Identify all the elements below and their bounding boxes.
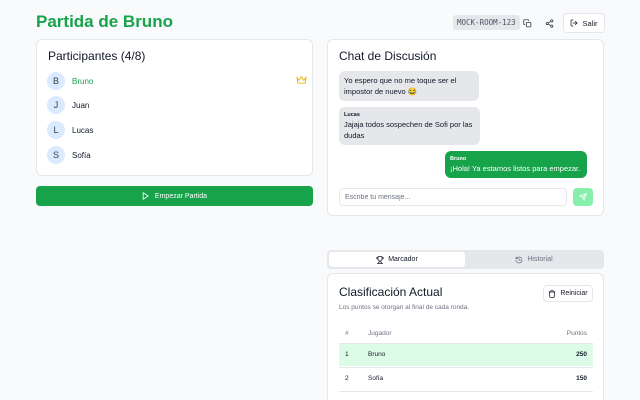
avatar: B [47, 72, 65, 90]
tab-scoreboard-label: Marcador [388, 256, 418, 263]
reset-scores-label: Reiniciar [560, 290, 588, 297]
exit-label: Salir [582, 18, 598, 28]
participant-name: Lucas [72, 125, 94, 135]
log-out-icon [571, 19, 578, 27]
avatar: L [47, 121, 65, 139]
table-row: 1 Bruno 250 [339, 343, 593, 366]
chat-message: Yo espero que no me toque ser el imposto… [339, 71, 479, 101]
room-code-badge: MOCK-ROOM-123 [453, 15, 520, 30]
participant-row: B Bruno [47, 71, 307, 91]
participant-name: Bruno [72, 76, 94, 86]
avatar: S [47, 146, 65, 164]
crown-icon [296, 75, 307, 84]
scoreboard-subtitle: Los puntos se otorgan al final de cada r… [339, 304, 470, 311]
trash-icon [549, 289, 556, 298]
start-game-button[interactable]: Empezar Partida [36, 186, 313, 206]
tab-scoreboard[interactable]: Marcador [329, 252, 465, 267]
table-header: # Jugador Puntos [339, 326, 593, 342]
table-row [339, 391, 593, 400]
start-game-label: Empezar Partida [154, 192, 208, 200]
chat-message: Lucas Jajaja todos sospechen de Sofi por… [339, 107, 480, 145]
tab-history-label: Historial [527, 256, 553, 263]
share-icon [545, 18, 553, 28]
message-author: Bruno [450, 156, 467, 162]
row-rank: 1 [345, 351, 349, 358]
participant-name: Juan [72, 100, 90, 110]
copy-room-button[interactable] [518, 14, 536, 32]
trophy-icon [376, 255, 384, 264]
column-rank: # [345, 330, 349, 337]
message-author: Lucas [344, 112, 360, 118]
scoreboard-title: Clasificación Actual [339, 285, 443, 299]
history-icon [515, 256, 523, 263]
chat-title: Chat de Discusión [339, 49, 437, 63]
page-title: Partida de Bruno [36, 12, 173, 31]
avatar: J [47, 96, 65, 114]
row-rank: 2 [345, 375, 349, 382]
column-points: Puntos [566, 330, 587, 337]
participant-row: S Sofía [47, 145, 307, 165]
chat-message-input[interactable] [339, 188, 567, 206]
row-player: Bruno [368, 351, 386, 358]
tab-history[interactable]: Historial [466, 252, 602, 267]
table-row: 2 Sofía 150 [339, 367, 593, 390]
participant-row: L Lucas [47, 120, 307, 140]
row-player: Sofía [368, 375, 384, 382]
play-icon [142, 192, 149, 200]
send-message-button[interactable] [573, 188, 593, 206]
copy-icon [522, 18, 531, 27]
column-player: Jugador [368, 330, 392, 337]
send-icon [579, 193, 587, 201]
chat-card: Chat de Discusión Yo espero que no me to… [327, 39, 604, 216]
message-text: ¡Hola! Ya estamos listos para empezar. [450, 164, 581, 173]
score-tabs: Marcador Historial [327, 250, 604, 269]
share-room-button[interactable] [540, 14, 558, 32]
message-text: Jajaja todos sospechen de Sofi por las d… [344, 120, 473, 140]
chat-message-own: Bruno ¡Hola! Ya estamos listos para empe… [445, 151, 587, 178]
participants-card: Participantes (4/8) B Bruno J Juan L Luc… [36, 39, 313, 176]
participant-name: Sofía [72, 150, 91, 160]
row-points: 150 [576, 375, 587, 382]
reset-scores-button[interactable]: Reiniciar [543, 285, 593, 302]
participant-row: J Juan [47, 95, 307, 115]
message-text: Yo espero que no me toque ser el imposto… [344, 76, 457, 96]
scoreboard-card: Clasificación Actual Reiniciar Los punto… [327, 273, 604, 400]
row-points: 250 [576, 351, 587, 358]
participants-title: Participantes (4/8) [48, 49, 146, 63]
exit-button[interactable]: Salir [563, 13, 605, 33]
